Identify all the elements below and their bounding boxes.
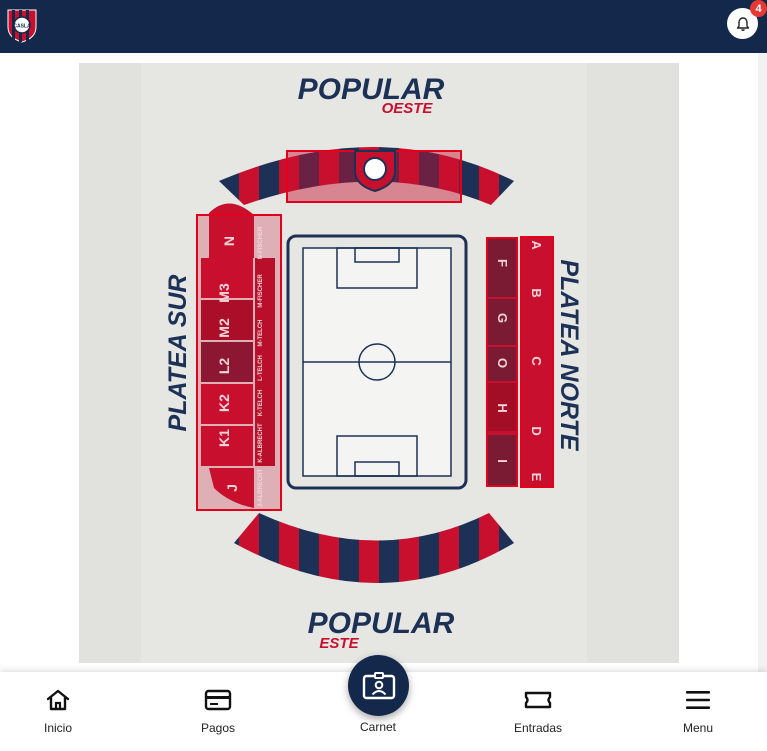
nav-menu-label: Menu (682, 721, 714, 735)
sur-section-label: M3 (216, 283, 232, 303)
nav-pagos-label: Pagos (200, 721, 236, 735)
norte-outer-label: A (529, 240, 544, 250)
sur-section-label: N (221, 236, 237, 246)
football-pitch (286, 234, 468, 490)
logo-text: CASLA (13, 24, 31, 30)
credit-card-icon (204, 689, 232, 711)
sur-section-label: L2 (216, 358, 232, 375)
scroll-edge (758, 53, 767, 673)
norte-inner-label: O (495, 358, 510, 368)
norte-outer-label: C (529, 356, 544, 366)
sur-sublabel: J-ALBRECHT (258, 469, 264, 508)
sur-sublabel: M-TELCH (258, 320, 264, 347)
norte-inner-label: H (495, 403, 510, 412)
sur-section-label: J (224, 484, 240, 492)
popular-este-subtitle: ESTE (319, 635, 359, 652)
nav-inicio-label: Inicio (43, 721, 72, 735)
sur-section-label: K2 (216, 394, 232, 412)
nav-menu[interactable]: Menu (638, 672, 758, 751)
stadium-map: POPULAR OESTE POPULAR ESTE PLATEA SUR N … (79, 63, 679, 663)
popular-oeste-subtitle: OESTE (382, 100, 434, 117)
norte-inner-label: I (495, 459, 510, 463)
top-app-bar: CASLA 4 (0, 0, 767, 53)
id-card-icon (362, 671, 395, 699)
platea-sur-label: PLATEA SUR (164, 275, 192, 432)
sur-section-label: M2 (216, 318, 232, 338)
sur-sublabel: K-ALBRECHT (258, 423, 264, 463)
norte-outer-label: D (529, 426, 544, 435)
carnet-button[interactable] (348, 655, 409, 716)
nav-carnet-label: Carnet (359, 720, 397, 734)
norte-outer-label: E (529, 473, 544, 482)
norte-outer-label: B (529, 288, 544, 297)
ticket-icon (524, 691, 552, 709)
popular-este-stand[interactable] (234, 513, 514, 583)
platea-sur-stand[interactable] (196, 203, 282, 511)
norte-inner-label: F (495, 259, 510, 267)
nav-pagos[interactable]: Pagos (158, 672, 278, 751)
platea-norte-label: PLATEA NORTE (555, 259, 583, 452)
sur-sublabel: L-TELCH (258, 355, 264, 381)
sur-sublabel: K-TELCH (258, 390, 264, 416)
hamburger-menu-icon (686, 691, 710, 709)
sur-sublabel: N-FISCHER (258, 226, 264, 259)
sur-section-label: K1 (216, 429, 232, 447)
sur-sublabel: M-FISCHER (258, 274, 264, 308)
nav-entradas[interactable]: Entradas (478, 672, 598, 751)
nav-inicio[interactable]: Inicio (0, 672, 118, 751)
norte-inner-label: G (495, 313, 510, 323)
notification-badge: 4 (750, 0, 767, 17)
club-logo[interactable]: CASLA (6, 7, 38, 43)
bell-icon (736, 16, 749, 31)
home-icon (46, 689, 70, 711)
stand-crest (354, 150, 396, 193)
nav-entradas-label: Entradas (513, 721, 563, 735)
